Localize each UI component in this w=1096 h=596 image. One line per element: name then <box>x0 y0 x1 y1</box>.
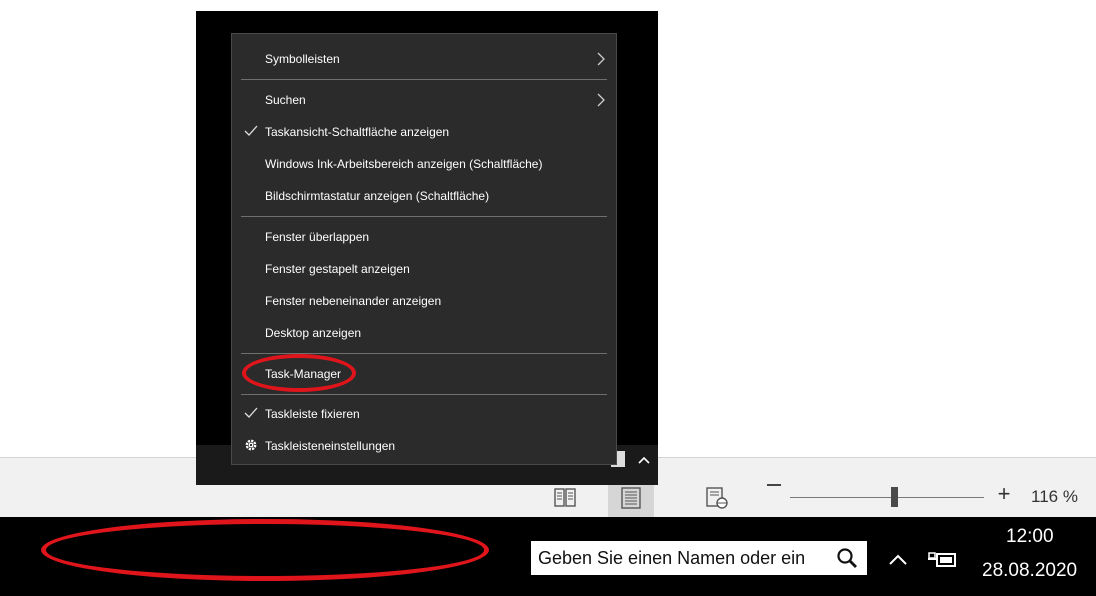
menu-item-label: Symbolleisten <box>265 52 340 66</box>
highlight-oval-task-manager <box>242 354 356 392</box>
chevron-right-icon <box>597 93 605 107</box>
taskbar-context-menu: Symbolleisten Suchen Taskansicht-Schaltf… <box>231 33 617 465</box>
menu-item-fenster-nebeneinander[interactable]: Fenster nebeneinander anzeigen <box>232 286 616 316</box>
menu-item-desktop-anzeigen[interactable]: Desktop anzeigen <box>232 318 616 348</box>
menu-item-fenster-gestapelt[interactable]: Fenster gestapelt anzeigen <box>232 254 616 284</box>
menu-item-label: Windows Ink-Arbeitsbereich anzeigen (Sch… <box>265 157 543 171</box>
menu-item-label: Desktop anzeigen <box>265 326 362 340</box>
battery-charging-icon[interactable] <box>925 545 959 573</box>
highlight-oval-taskbar <box>41 519 489 581</box>
menu-item-symbolleisten[interactable]: Symbolleisten <box>232 44 616 74</box>
menu-item-windows-ink[interactable]: Windows Ink-Arbeitsbereich anzeigen (Sch… <box>232 149 616 179</box>
menu-item-label: Bildschirmtastatur anzeigen (Schaltfläch… <box>265 189 490 203</box>
menu-item-bildschirmtastatur[interactable]: Bildschirmtastatur anzeigen (Schaltfläch… <box>232 181 616 211</box>
reading-view-icon <box>554 488 576 507</box>
menu-item-fenster-ueberlappen[interactable]: Fenster überlappen <box>232 222 616 252</box>
gear-icon <box>245 439 257 451</box>
menu-item-label: Taskleisteneinstellungen <box>265 439 396 453</box>
web-layout-button[interactable] <box>694 478 740 518</box>
web-layout-icon <box>706 487 728 509</box>
zoom-out-button[interactable] <box>767 484 781 486</box>
menu-item-suchen[interactable]: Suchen <box>232 85 616 115</box>
clock-date[interactable]: 28.08.2020 <box>982 560 1077 582</box>
menu-item-label: Taskansicht-Schaltfläche anzeigen <box>265 125 450 139</box>
menu-item-label: Taskleiste fixieren <box>265 407 360 421</box>
checkmark-icon <box>244 407 258 418</box>
clock-time[interactable]: 12:00 <box>1006 526 1054 548</box>
menu-item-label: Suchen <box>265 93 306 107</box>
menu-separator <box>241 216 607 217</box>
zoom-level[interactable]: 116 % <box>1031 487 1078 507</box>
zoom-slider-thumb[interactable] <box>891 487 898 507</box>
show-hidden-icons-chevron-icon[interactable] <box>883 545 913 573</box>
menu-item-label: Fenster nebeneinander anzeigen <box>265 294 442 308</box>
zoom-slider[interactable] <box>790 497 984 498</box>
menu-separator <box>241 394 607 395</box>
chevron-right-icon <box>597 52 605 66</box>
menu-item-taskleisteneinstellungen[interactable]: Taskleisteneinstellungen <box>232 431 616 461</box>
search-input[interactable]: Geben Sie einen Namen oder ein <box>531 541 867 575</box>
menu-item-taskleiste-fixieren[interactable]: Taskleiste fixieren <box>232 399 616 429</box>
zoom-in-button[interactable]: + <box>994 483 1014 505</box>
print-layout-icon <box>621 487 641 509</box>
menu-item-label: Fenster gestapelt anzeigen <box>265 262 410 276</box>
menu-separator <box>241 79 607 80</box>
menu-item-taskansicht[interactable]: Taskansicht-Schaltfläche anzeigen <box>232 117 616 147</box>
search-input-text: Geben Sie einen Namen oder ein <box>538 547 806 568</box>
checkmark-icon <box>244 125 258 136</box>
search-icon[interactable] <box>828 541 866 575</box>
chevron-up-icon <box>638 456 650 464</box>
menu-item-label: Fenster überlappen <box>265 230 370 244</box>
